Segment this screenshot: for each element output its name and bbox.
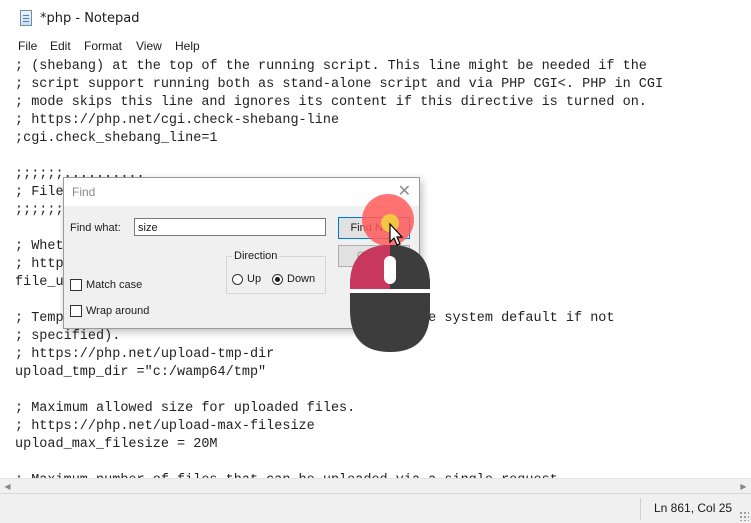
direction-up-label[interactable]: Up xyxy=(247,273,261,285)
mouse-left-click-icon xyxy=(350,194,430,352)
status-divider xyxy=(640,498,641,520)
editor-line: ; script support running both as stand-a… xyxy=(15,77,664,92)
menu-view[interactable]: View xyxy=(136,39,162,53)
direction-label: Direction xyxy=(232,250,280,262)
editor-line: upload_max_filesize = 20M xyxy=(15,437,218,452)
scroll-right-icon[interactable]: ▶ xyxy=(736,480,751,493)
mouse-scroll-wheel-icon xyxy=(384,256,396,284)
editor-line: ; Maximum allowed size for uploaded file… xyxy=(15,401,356,416)
notepad-icon xyxy=(20,10,32,26)
direction-up-radio[interactable] xyxy=(232,274,243,285)
find-what-label: Find what: xyxy=(70,222,121,234)
editor-line: ; specified). xyxy=(15,329,121,344)
direction-down-label[interactable]: Down xyxy=(287,273,315,285)
editor-line: ;;;;;; xyxy=(15,203,64,218)
find-dialog-title: Find xyxy=(72,185,96,199)
direction-down-radio[interactable] xyxy=(272,274,283,285)
find-what-input[interactable]: size xyxy=(134,218,326,236)
editor-line: ; https://php.net/cgi.check-shebang-line xyxy=(15,113,340,128)
editor-line: ; File xyxy=(15,185,64,200)
editor-line: ; https://php.net/upload-tmp-dir xyxy=(15,347,275,362)
horizontal-scrollbar[interactable]: ◀ ▶ xyxy=(0,478,751,494)
menu-format[interactable]: Format xyxy=(84,39,122,53)
resize-grip-icon[interactable] xyxy=(739,511,749,521)
scroll-left-icon[interactable]: ◀ xyxy=(0,480,15,493)
editor-line: ; Whet xyxy=(15,239,64,254)
wrap-around-label[interactable]: Wrap around xyxy=(86,305,149,317)
match-case-label[interactable]: Match case xyxy=(86,279,142,291)
status-bar: Ln 861, Col 25 xyxy=(0,493,751,523)
menu-bar: File Edit Format View Help xyxy=(0,36,751,58)
editor-line: upload_tmp_dir ="c:/wamp64/tmp" xyxy=(15,365,267,380)
title-bar: *php - Notepad xyxy=(0,0,751,36)
editor-line: ; http xyxy=(15,257,64,272)
match-case-checkbox[interactable] xyxy=(70,279,82,291)
menu-help[interactable]: Help xyxy=(175,39,200,53)
wrap-around-checkbox[interactable] xyxy=(70,305,82,317)
editor-line: ;cgi.check_shebang_line=1 xyxy=(15,131,218,146)
menu-edit[interactable]: Edit xyxy=(50,39,71,53)
editor-line: file_u xyxy=(15,275,64,290)
window-title: *php - Notepad xyxy=(40,11,140,26)
editor-line: ; https://php.net/upload-max-filesize xyxy=(15,419,315,434)
menu-file[interactable]: File xyxy=(18,39,37,53)
editor-line: ; (shebang) at the top of the running sc… xyxy=(15,59,647,74)
editor-line: ; mode skips this line and ignores its c… xyxy=(15,95,647,110)
cursor-position: Ln 861, Col 25 xyxy=(654,501,733,515)
